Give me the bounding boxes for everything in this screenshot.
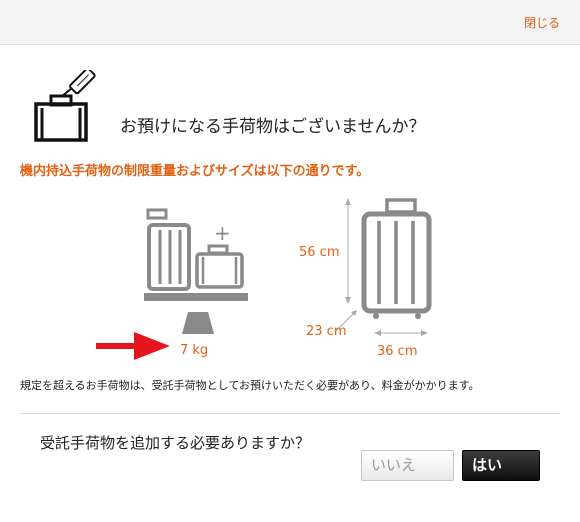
width-dimension-line bbox=[374, 330, 428, 336]
plus-sign: + bbox=[214, 221, 231, 245]
weight-limit: 7 kg bbox=[180, 343, 208, 358]
no-button[interactable]: いいえ bbox=[361, 450, 454, 481]
luggage-tag-icon bbox=[34, 70, 96, 142]
close-link[interactable]: 閉じる bbox=[524, 14, 560, 31]
baggage-limit-notice: 機内持込手荷物の制限重量およびサイズは以下の通りです。 bbox=[20, 164, 370, 179]
red-arrow-icon bbox=[96, 332, 170, 360]
dialog-header: 閉じる bbox=[0, 0, 580, 45]
depth-limit: 23 cm bbox=[306, 324, 347, 339]
height-dimension-line bbox=[345, 198, 351, 304]
page-title: お預けになる手荷物はございませんか？ bbox=[120, 117, 426, 137]
yes-button[interactable]: はい bbox=[462, 450, 540, 481]
suitcase-icon bbox=[146, 208, 191, 291]
add-baggage-question: 受託手荷物を追加する必要ありますか？ bbox=[40, 434, 311, 452]
scale-icon bbox=[144, 293, 248, 334]
dimension-suitcase-icon bbox=[361, 198, 432, 319]
divider bbox=[20, 413, 560, 414]
baggage-rules-text: 規定を超えるお手荷物は、受託手荷物としてお預けいただく必要があり、料金がかかりま… bbox=[20, 379, 480, 392]
small-bag-icon bbox=[195, 244, 244, 289]
baggage-dialog: 閉じる お預けになる手荷物はございませんか？ 機内持込手荷物の制限重量およびサイ… bbox=[0, 0, 580, 522]
height-limit: 56 cm bbox=[299, 245, 340, 260]
width-limit: 36 cm bbox=[377, 344, 418, 359]
baggage-limits-illustration: + 7 kg 56 cm 23 cm 36 cm bbox=[96, 198, 432, 360]
